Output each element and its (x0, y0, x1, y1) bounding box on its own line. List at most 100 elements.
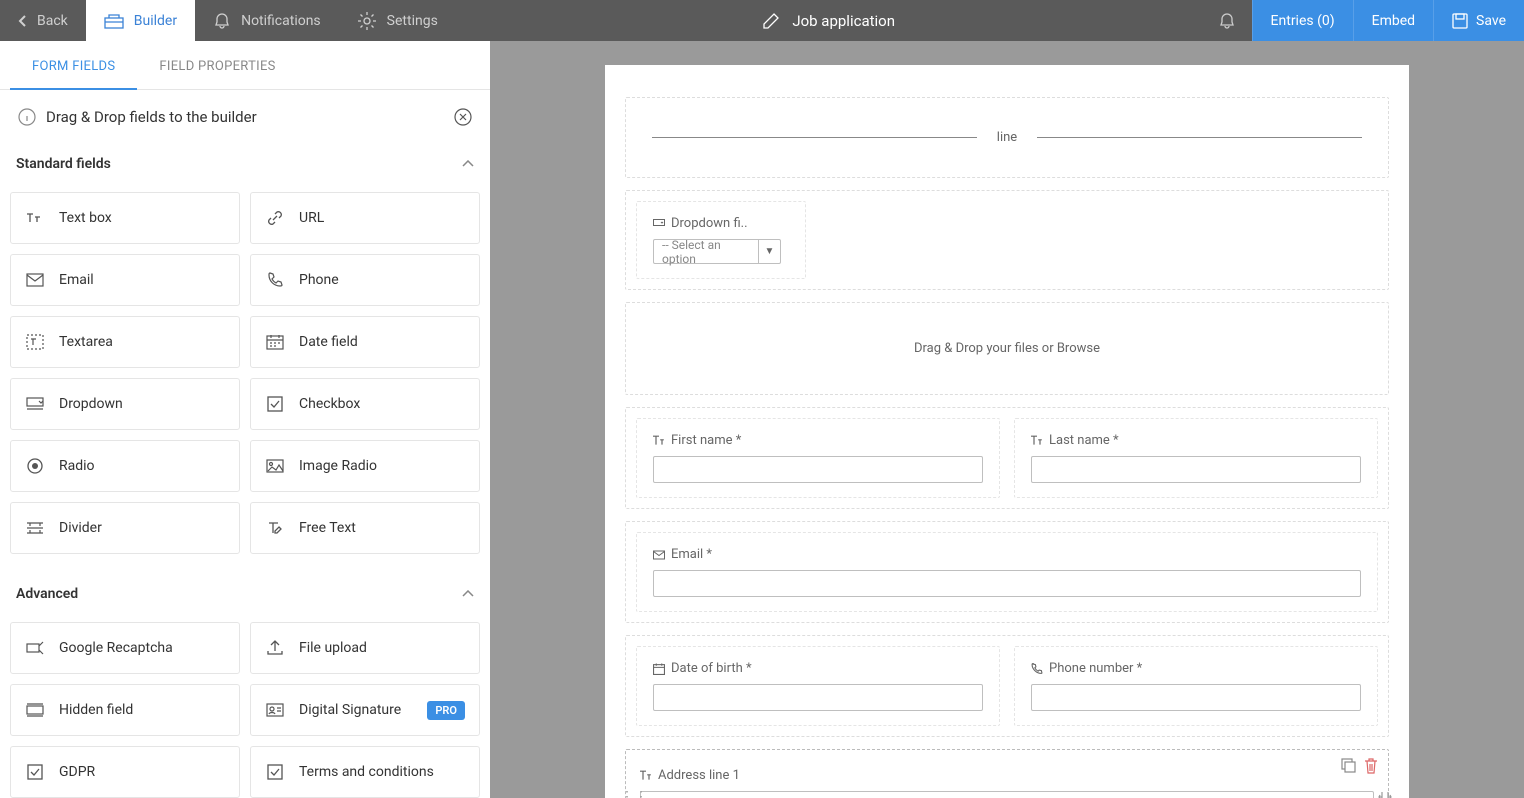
pro-badge: PRO (427, 701, 465, 720)
first-name-label: First name * (653, 433, 983, 448)
first-name-input[interactable] (653, 456, 983, 483)
field-email[interactable]: Email (10, 254, 240, 306)
checkbox-icon (265, 394, 285, 414)
dob-label: Date of birth * (653, 661, 983, 676)
signature-icon (265, 700, 285, 720)
field-url[interactable]: URL (250, 192, 480, 244)
section-advanced[interactable]: Advanced (0, 574, 490, 614)
entries-button[interactable]: Entries (0) (1252, 0, 1353, 41)
sidebar: FORM FIELDS FIELD PROPERTIES Drag & Drop… (0, 41, 490, 798)
calendar-icon (265, 332, 285, 352)
tab-field-properties[interactable]: FIELD PROPERTIES (137, 41, 297, 89)
edit-icon (762, 12, 780, 30)
form-row-name[interactable]: First name * Last name * (625, 407, 1389, 509)
save-button[interactable]: Save (1433, 0, 1524, 41)
field-checkbox[interactable]: Checkbox (250, 378, 480, 430)
cell-first-name: First name * (636, 418, 1000, 498)
hint-text: Drag & Drop fields to the builder (46, 108, 257, 126)
tab-form-fields[interactable]: FORM FIELDS (10, 41, 137, 90)
field-radio[interactable]: Radio (10, 440, 240, 492)
bell-icon (213, 12, 231, 30)
duplicate-button[interactable] (1341, 758, 1356, 774)
field-phone[interactable]: Phone (250, 254, 480, 306)
canvas: line Dropdown fi.. -- Select an option ▼ (605, 65, 1409, 798)
phone-input[interactable] (1031, 684, 1361, 711)
field-imageradio[interactable]: Image Radio (250, 440, 480, 492)
checkbox-icon (25, 762, 45, 782)
field-signature[interactable]: Digital SignaturePRO (250, 684, 480, 736)
cell-address1: Address line 1 (636, 760, 1378, 798)
phone-icon (265, 270, 285, 290)
field-fileupload[interactable]: File upload (250, 622, 480, 674)
settings-tab[interactable]: Settings (339, 0, 456, 41)
form-row-dob-phone[interactable]: Date of birth * Phone number * (625, 635, 1389, 737)
dropdown-select[interactable]: -- Select an option ▼ (653, 239, 781, 264)
chevron-down-icon: ▼ (758, 240, 780, 263)
resize-handle-icon[interactable] (1378, 790, 1392, 798)
form-row-email[interactable]: Email * (625, 521, 1389, 623)
email-label: Email * (653, 547, 1361, 562)
phone-label: Phone number * (1031, 661, 1361, 676)
sidebar-tabs: FORM FIELDS FIELD PROPERTIES (0, 41, 490, 90)
form-row-address[interactable]: ⋮⋮ Address line 1 (625, 749, 1389, 798)
chevron-up-icon (462, 590, 474, 598)
drag-handle-icon[interactable]: ⋮⋮ (620, 789, 648, 798)
file-dropzone[interactable]: Drag & Drop your files or Browse (636, 313, 1378, 384)
gear-icon (357, 11, 377, 31)
email-input[interactable] (653, 570, 1361, 597)
cell-last-name: Last name * (1014, 418, 1378, 498)
checkbox-icon (265, 762, 285, 782)
recaptcha-icon (25, 638, 45, 658)
address1-input[interactable] (640, 791, 1374, 798)
text-icon (265, 518, 285, 538)
form-row-dropdown[interactable]: Dropdown fi.. -- Select an option ▼ (625, 190, 1389, 290)
field-textarea[interactable]: Textarea (10, 316, 240, 368)
notifications-label: Notifications (241, 13, 321, 29)
section-standard[interactable]: Standard fields (0, 144, 490, 184)
topbar: Back Builder Notifications Settings Job … (0, 0, 1524, 41)
delete-button[interactable] (1364, 758, 1378, 774)
chevron-up-icon (462, 160, 474, 168)
field-recaptcha[interactable]: Google Recaptcha (10, 622, 240, 674)
field-textbox[interactable]: Text box (10, 192, 240, 244)
link-icon (265, 208, 285, 228)
dropdown-field-label: Dropdown fi.. (653, 216, 789, 231)
builder-tab[interactable]: Builder (86, 0, 195, 41)
hint-row: Drag & Drop fields to the builder (0, 90, 490, 144)
embed-button[interactable]: Embed (1353, 0, 1433, 41)
form-row-fileupload[interactable]: Drag & Drop your files or Browse (625, 302, 1389, 395)
radio-icon (25, 456, 45, 476)
field-dropdown[interactable]: Dropdown (10, 378, 240, 430)
form-title-wrap[interactable]: Job application (456, 12, 1202, 30)
last-name-input[interactable] (1031, 456, 1361, 483)
field-freetext[interactable]: Free Text (250, 502, 480, 554)
bell-icon (1218, 12, 1236, 30)
canvas-wrap: line Dropdown fi.. -- Select an option ▼ (490, 41, 1524, 798)
dropdown-icon (25, 394, 45, 414)
field-date[interactable]: Date field (250, 316, 480, 368)
form-title: Job application (792, 12, 895, 30)
notifications-tab[interactable]: Notifications (195, 0, 339, 41)
address1-label: Address line 1 (640, 768, 1374, 783)
field-terms[interactable]: Terms and conditions (250, 746, 480, 798)
field-divider[interactable]: Divider (10, 502, 240, 554)
back-button[interactable]: Back (0, 0, 86, 41)
image-icon (265, 456, 285, 476)
builder-icon (104, 13, 124, 29)
cell-phone: Phone number * (1014, 646, 1378, 726)
textbox-icon (25, 208, 45, 228)
divider-icon (25, 518, 45, 538)
builder-label: Builder (134, 13, 177, 29)
field-hidden[interactable]: Hidden field (10, 684, 240, 736)
cell-email: Email * (636, 532, 1378, 612)
divider-line (652, 137, 977, 138)
alerts-button[interactable] (1202, 12, 1252, 30)
close-icon[interactable] (454, 108, 472, 126)
chevron-left-icon (18, 14, 27, 28)
form-row-line[interactable]: line (625, 97, 1389, 178)
dob-input[interactable] (653, 684, 983, 711)
back-label: Back (37, 13, 68, 29)
divider-line (1037, 137, 1362, 138)
info-icon (18, 108, 36, 126)
field-gdpr[interactable]: GDPR (10, 746, 240, 798)
